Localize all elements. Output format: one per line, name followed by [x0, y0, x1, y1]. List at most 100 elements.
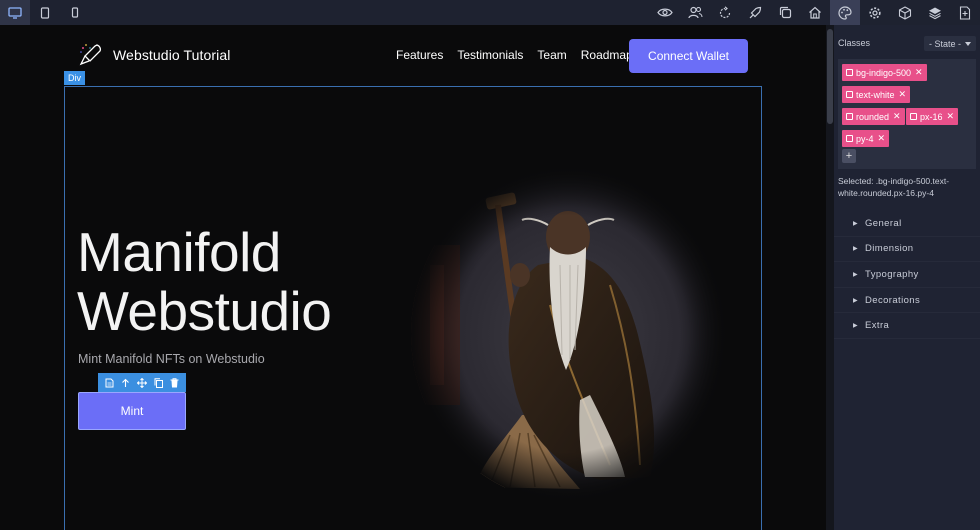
components-button[interactable] [890, 0, 920, 25]
close-icon[interactable]: ✕ [915, 67, 923, 78]
sync-icon [719, 5, 731, 18]
mobile-icon [71, 7, 79, 18]
triangle-right-icon: ▶ [853, 271, 859, 278]
rocket-icon [749, 6, 762, 18]
gear-icon [869, 6, 881, 19]
triangle-right-icon: ▶ [853, 297, 859, 304]
triangle-right-icon: ▶ [853, 323, 859, 330]
connect-wallet-button[interactable]: Connect Wallet [629, 39, 748, 73]
close-icon[interactable]: ✕ [947, 111, 955, 122]
class-chip-py-4[interactable]: py-4 ✕ [842, 130, 890, 147]
class-chip-label: px-16 [920, 111, 943, 122]
state-dropdown-label: - State - [928, 38, 961, 49]
hero-title-line-1: Manifold [77, 221, 281, 283]
hero-subtitle[interactable]: Mint Manifold NFTs on Webstudio [78, 352, 265, 366]
top-toolbar [0, 0, 980, 25]
style-sections: ▶ General ▶ Dimension ▶ Typography ▶ Decorat… [834, 211, 980, 339]
class-chip-label: py-4 [856, 133, 874, 144]
triangle-right-icon: ▶ [853, 220, 859, 227]
palette-icon [838, 5, 852, 20]
hero-title-line-2: Webstudio [77, 280, 332, 342]
add-class-button[interactable]: + [842, 149, 856, 163]
hero-title[interactable]: Manifold Webstudio [77, 221, 332, 342]
close-icon[interactable]: ✕ [878, 133, 886, 144]
copy-button[interactable] [770, 0, 800, 25]
nav-link-testimonials[interactable]: Testimonials [457, 48, 523, 62]
section-label: General [865, 217, 902, 229]
publish-button[interactable] [740, 0, 770, 25]
checkbox-icon[interactable] [910, 113, 917, 120]
class-chip-text-white[interactable]: text-white ✕ [842, 86, 911, 103]
editor-tools [650, 0, 980, 25]
triangle-right-icon: ▶ [853, 246, 859, 253]
checkbox-icon[interactable] [846, 69, 853, 76]
element-toolbar [98, 373, 186, 392]
cube-icon [898, 5, 912, 20]
class-chip-label: bg-indigo-500 [856, 67, 912, 78]
class-chip-bg-indigo-500[interactable]: bg-indigo-500 ✕ [842, 64, 927, 81]
section-label: Typography [865, 268, 919, 280]
navigator-button[interactable] [920, 0, 950, 25]
class-chip-rounded[interactable]: rounded ✕ [842, 108, 905, 125]
settings-doc-icon[interactable] [105, 378, 114, 388]
users-button[interactable] [680, 0, 710, 25]
users-icon [687, 6, 703, 19]
checkbox-icon[interactable] [846, 113, 853, 120]
caret-down-icon [965, 41, 971, 46]
layers-icon [929, 7, 941, 19]
nav-link-team[interactable]: Team [537, 48, 566, 62]
design-canvas[interactable]: Webstudio Tutorial Features Testimonials… [0, 25, 826, 530]
eye-icon [657, 8, 673, 17]
home-button[interactable] [800, 0, 830, 25]
nav-link-features[interactable]: Features [396, 48, 443, 62]
site-navbar: Webstudio Tutorial Features Testimonials… [78, 37, 748, 73]
settings-button[interactable] [860, 0, 890, 25]
mobile-view-button[interactable] [60, 0, 90, 25]
move-icon[interactable] [136, 377, 147, 388]
section-dimension[interactable]: ▶ Dimension [834, 237, 980, 263]
style-panel-button[interactable] [830, 0, 860, 25]
selection-tag: Div [64, 71, 85, 85]
section-general[interactable]: ▶ General [834, 211, 980, 237]
section-extra[interactable]: ▶ Extra [834, 313, 980, 339]
home-icon [809, 6, 821, 19]
section-label: Extra [865, 320, 890, 332]
device-switcher [0, 0, 90, 25]
arrow-up-icon[interactable] [121, 378, 130, 388]
webstudio-editor: Webstudio Tutorial Features Testimonials… [0, 0, 980, 530]
tablet-view-button[interactable] [30, 0, 60, 25]
rocket-logo-icon [79, 44, 102, 66]
add-page-button[interactable] [950, 0, 980, 25]
section-decorations[interactable]: ▶ Decorations [834, 288, 980, 314]
mint-button[interactable]: Mint [78, 392, 186, 430]
preview-button[interactable] [650, 0, 680, 25]
class-chip-px-16[interactable]: px-16 ✕ [906, 108, 959, 125]
brand-name[interactable]: Webstudio Tutorial [113, 47, 231, 63]
checkbox-icon[interactable] [846, 91, 853, 98]
duplicate-icon[interactable] [154, 377, 164, 388]
tablet-icon [40, 6, 50, 19]
state-dropdown[interactable]: - State - [924, 36, 976, 51]
close-icon[interactable]: ✕ [899, 89, 907, 100]
add-page-icon [959, 5, 971, 20]
class-chip-label: rounded [856, 111, 890, 122]
trash-icon[interactable] [170, 377, 179, 388]
section-label: Decorations [865, 294, 921, 306]
desktop-icon [8, 6, 22, 19]
class-chips-box: bg-indigo-500 ✕ text-white ✕ rounded ✕ p… [838, 59, 976, 169]
classes-label: Classes [838, 38, 871, 48]
scrollbar-thumb[interactable] [827, 29, 833, 124]
desktop-view-button[interactable] [0, 0, 30, 25]
section-typography[interactable]: ▶ Typography [834, 262, 980, 288]
nav-links: Features Testimonials Team Roadmap [396, 37, 647, 73]
hero-wizard-image[interactable] [410, 165, 728, 503]
section-label: Dimension [865, 243, 914, 255]
style-panel: Classes - State - bg-indigo-500 ✕ text-w… [834, 25, 980, 530]
sync-button[interactable] [710, 0, 740, 25]
nav-link-roadmap[interactable]: Roadmap [581, 48, 633, 62]
selected-classes-text: Selected: .bg-indigo-500.text-white.roun… [838, 176, 950, 198]
class-chip-label: text-white [856, 89, 895, 100]
canvas-scrollbar[interactable] [826, 25, 834, 530]
close-icon[interactable]: ✕ [893, 111, 901, 122]
checkbox-icon[interactable] [846, 135, 853, 142]
